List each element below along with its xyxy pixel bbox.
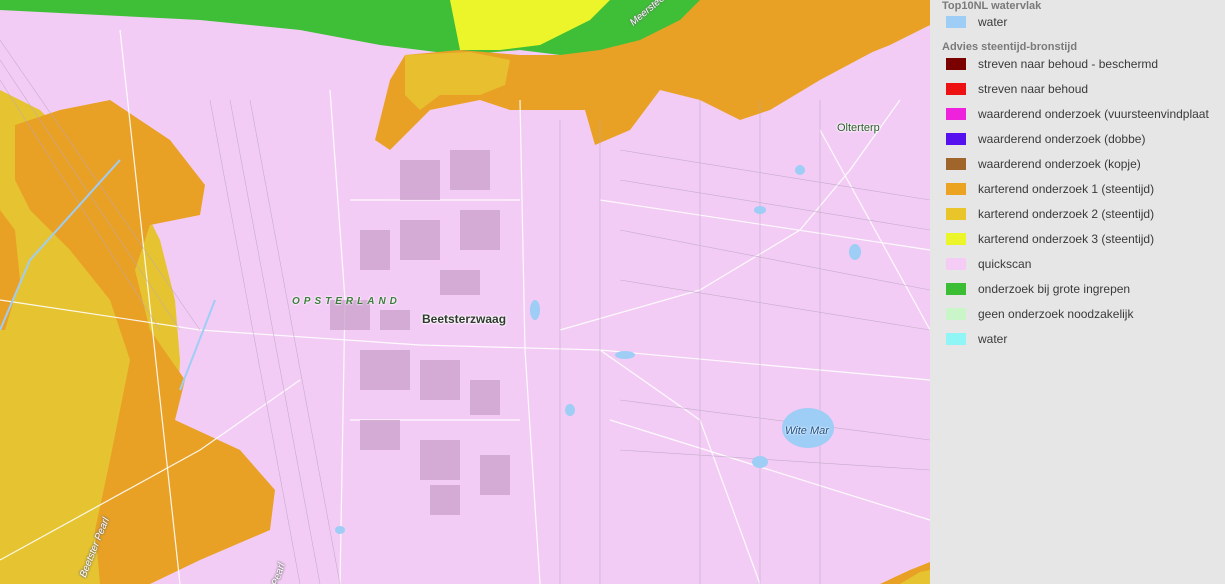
- legend-label: onderzoek bij grote ingrepen: [978, 282, 1131, 296]
- legend-swatch: [946, 333, 966, 345]
- map-view[interactable]: OPSTERLAND Beetsterzwaag Olterterp Wite …: [0, 0, 930, 584]
- legend-swatch: [946, 233, 966, 245]
- legend-swatch: [946, 283, 966, 295]
- legend-group-title-advies: Advies steentijd-bronstijd: [942, 41, 1078, 53]
- map-canvas[interactable]: [0, 0, 930, 584]
- legend-label: karterend onderzoek 3 (steentijd): [978, 232, 1155, 246]
- legend-label: karterend onderzoek 1 (steentijd): [978, 182, 1155, 196]
- legend-label: quickscan: [978, 257, 1032, 271]
- legend-label: water: [978, 332, 1008, 346]
- legend-label: karterend onderzoek 2 (steentijd): [978, 207, 1155, 221]
- town-label: Beetsterzwaag: [422, 312, 507, 326]
- legend-swatch: [946, 308, 966, 320]
- legend-label: waarderend onderzoek (dobbe): [978, 132, 1146, 146]
- village-label: Olterterp: [837, 122, 880, 134]
- legend-swatch: [946, 58, 966, 70]
- municipality-label: OPSTERLAND: [292, 296, 401, 307]
- legend-swatch: [946, 183, 966, 195]
- legend-swatch: [946, 83, 966, 95]
- legend-swatch: [946, 258, 966, 270]
- legend-group-title-top10nl: Top10NL watervlak: [942, 0, 1042, 12]
- lake-label: Wite Mar: [785, 425, 829, 437]
- legend-label: waarderend onderzoek (vuursteenvindplaat: [978, 107, 1209, 121]
- legend-swatch: [946, 108, 966, 120]
- legend-label: streven naar behoud: [978, 82, 1089, 96]
- legend-label: waarderend onderzoek (kopje): [978, 157, 1141, 171]
- legend-swatch: [946, 208, 966, 220]
- legend-swatch: [946, 158, 966, 170]
- legend-panel: Top10NL watervlak water Advies steentijd…: [930, 0, 1225, 584]
- legend-swatch: [946, 16, 966, 28]
- legend-label: geen onderzoek noodzakelijk: [978, 307, 1134, 321]
- legend-swatch: [946, 133, 966, 145]
- legend-label: streven naar behoud - beschermd: [978, 57, 1159, 71]
- legend-label: water: [978, 15, 1008, 29]
